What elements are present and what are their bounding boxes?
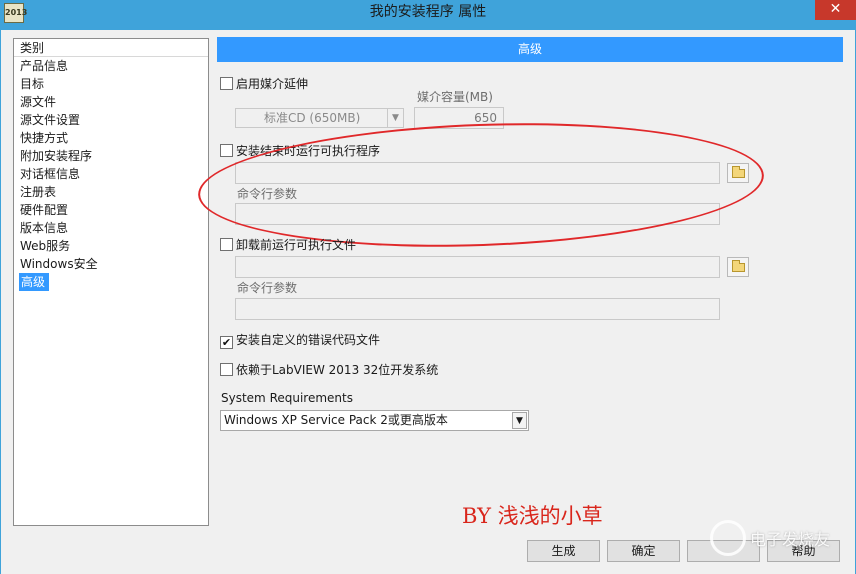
run-after-install-args-field[interactable] [235, 203, 720, 225]
ok-button[interactable]: 确定 [607, 540, 680, 562]
system-requirements-label: System Requirements [221, 391, 353, 405]
category-item-product-info[interactable]: 产品信息 [14, 57, 208, 75]
enable-media-spanning-row[interactable]: 启用媒介延伸 [220, 75, 308, 93]
depends-labview-row[interactable]: 依赖于LabVIEW 2013 32位开发系统 [220, 361, 438, 379]
title-bar: 2013 我的安装程序 属性 ✕ [0, 0, 856, 30]
run-after-install-row[interactable]: 安装结束时运行可执行程序 [220, 142, 380, 160]
media-capacity-field[interactable]: 650 [414, 107, 504, 129]
category-item-advanced[interactable]: 高级 [19, 273, 50, 291]
help-button[interactable]: 帮助 [767, 540, 840, 562]
category-item-hardware-config[interactable]: 硬件配置 [14, 201, 208, 219]
category-item-destinations[interactable]: 目标 [14, 75, 208, 93]
category-item-additional-installers[interactable]: 附加安装程序 [14, 147, 208, 165]
run-before-uninstall-path-field[interactable] [235, 256, 720, 278]
media-size-select[interactable]: 标准CD (650MB) ▼ [235, 108, 404, 128]
run-before-uninstall-args-field[interactable] [235, 298, 720, 320]
system-requirements-value: Windows XP Service Pack 2或更高版本 [224, 413, 448, 427]
chevron-down-icon: ▼ [512, 412, 527, 429]
run-after-install-label: 安装结束时运行可执行程序 [236, 144, 381, 158]
run-before-uninstall-checkbox[interactable] [220, 238, 233, 251]
custom-error-files-row[interactable]: ✔ 安装自定义的错误代码文件 [220, 331, 380, 349]
enable-media-spanning-checkbox[interactable] [220, 77, 233, 90]
build-button[interactable]: 生成 [527, 540, 600, 562]
category-header: 类别 [14, 39, 208, 57]
media-size-select-value: 标准CD (650MB) [264, 111, 361, 125]
folder-icon [732, 260, 745, 272]
enable-media-spanning-label: 启用媒介延伸 [236, 77, 309, 91]
run-before-uninstall-label: 卸载前运行可执行文件 [236, 238, 357, 252]
run-before-uninstall-args-label: 命令行参数 [237, 281, 298, 295]
cancel-button[interactable] [687, 540, 760, 562]
depends-labview-label: 依赖于LabVIEW 2013 32位开发系统 [236, 363, 439, 377]
custom-error-files-checkbox[interactable]: ✔ [220, 336, 233, 349]
category-item-shortcuts[interactable]: 快捷方式 [14, 129, 208, 147]
folder-icon [732, 166, 745, 178]
category-item-source-file-settings[interactable]: 源文件设置 [14, 111, 208, 129]
category-item-dialog-info[interactable]: 对话框信息 [14, 165, 208, 183]
section-title-bar: 高级 [217, 37, 843, 62]
system-requirements-select[interactable]: Windows XP Service Pack 2或更高版本 ▼ [220, 410, 529, 431]
depends-labview-checkbox[interactable] [220, 363, 233, 376]
window-title: 我的安装程序 属性 [369, 4, 487, 20]
category-item-windows-security[interactable]: Windows安全 [14, 255, 208, 273]
category-list[interactable]: 类别 产品信息 目标 源文件 源文件设置 快捷方式 附加安装程序 对话框信息 注… [13, 38, 209, 526]
browse-folder-button[interactable] [727, 163, 749, 183]
author-watermark: BY 浅浅的小草 [462, 504, 603, 528]
category-item-web-services[interactable]: Web服务 [14, 237, 208, 255]
close-button[interactable]: ✕ [815, 0, 856, 20]
browse-folder-button-2[interactable] [727, 257, 749, 277]
category-item-source-files[interactable]: 源文件 [14, 93, 208, 111]
run-after-install-checkbox[interactable] [220, 144, 233, 157]
run-before-uninstall-row[interactable]: 卸载前运行可执行文件 [220, 236, 356, 254]
run-after-install-path-field[interactable] [235, 162, 720, 184]
chevron-down-icon: ▼ [387, 109, 403, 127]
category-item-version-info[interactable]: 版本信息 [14, 219, 208, 237]
run-after-install-args-label: 命令行参数 [237, 187, 298, 201]
category-item-registry[interactable]: 注册表 [14, 183, 208, 201]
custom-error-files-label: 安装自定义的错误代码文件 [236, 333, 381, 347]
media-capacity-label: 媒介容量(MB) [417, 90, 493, 104]
